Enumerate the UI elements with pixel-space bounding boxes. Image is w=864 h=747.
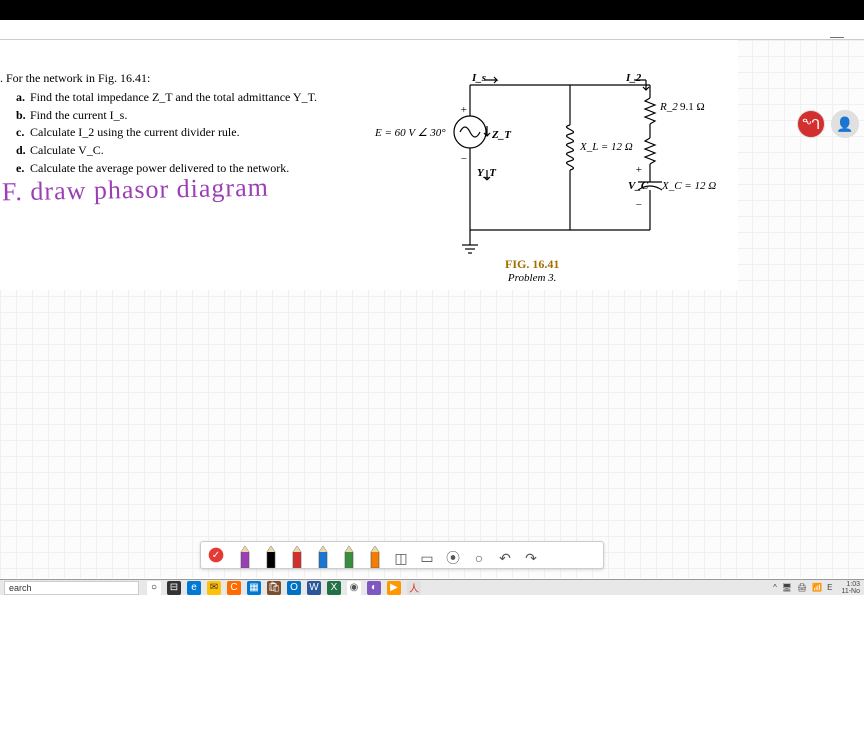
taskbar-app-icon-4[interactable]: C: [227, 581, 241, 595]
clock-time: 1:03: [841, 581, 860, 588]
taskbar-app-icon-11[interactable]: ◐: [367, 581, 381, 595]
pen-tool-5[interactable]: [365, 544, 385, 568]
bottom-blank-area: [0, 578, 864, 747]
taskbar-app-icon-7[interactable]: O: [287, 581, 301, 595]
avatar-user-1[interactable]: ᙰ: [797, 110, 825, 138]
tray-icon[interactable]: 🖨: [797, 583, 807, 592]
xc-label: X_C = 12 Ω: [661, 180, 716, 192]
avatar-user-2[interactable]: 👤: [831, 110, 859, 138]
tray-wifi-icon[interactable]: 📶: [812, 583, 822, 592]
taskbar-app-icon-2[interactable]: e: [187, 581, 201, 595]
whiteboard-workspace[interactable]: . For the network in Fig. 16.41: a.Find …: [0, 40, 864, 578]
taskbar-app-icon-1[interactable]: ⊟: [167, 581, 181, 595]
figure-text: Problem 3.: [505, 272, 559, 284]
tray-language[interactable]: E: [827, 583, 832, 592]
item-label: b.: [16, 107, 30, 124]
taskbar-app-icon-3[interactable]: ✉: [207, 581, 221, 595]
minus-label: −: [460, 153, 467, 165]
taskbar-app-icon-9[interactable]: X: [327, 581, 341, 595]
vc-plus: +: [635, 164, 642, 176]
i2-label: I_2: [625, 72, 642, 84]
circuit-diagram: E = 60 V ∠ 30° + − I_s I_2 Z_T Y_T X_L =…: [370, 65, 720, 285]
pen-tool-2[interactable]: [287, 544, 307, 568]
handwritten-annotation: F. draw phasor diagram: [2, 173, 269, 208]
ruler-tool[interactable]: ⦿: [443, 548, 463, 568]
problem-intro: . For the network in Fig. 16.41:: [0, 70, 360, 87]
item-text: Find the current I_s.: [30, 108, 127, 122]
is-label: I_s: [471, 72, 486, 84]
taskbar-app-icon-12[interactable]: ▶: [387, 581, 401, 595]
item-text: Calculate V_C.: [30, 143, 104, 157]
yt-label: Y_T: [477, 167, 497, 179]
tray-icon[interactable]: 🖥: [782, 583, 792, 592]
item-label: d.: [16, 142, 30, 159]
item-text: Calculate I_2 using the current divider …: [30, 125, 240, 139]
vc-minus: −: [635, 199, 642, 211]
pen-toolbar: ✓ ◫ ▭ ⦿ ○ ↶ ↷: [200, 541, 604, 569]
problem-card: . For the network in Fig. 16.41: a.Find …: [0, 40, 738, 290]
taskbar-search[interactable]: earch: [4, 581, 139, 595]
r2-label: R_2: [659, 101, 678, 113]
window-title-bar: [0, 0, 864, 20]
taskbar-app-icon-5[interactable]: ▦: [247, 581, 261, 595]
undo-button[interactable]: ↶: [495, 548, 515, 568]
pen-tool-1[interactable]: [261, 544, 281, 568]
eraser-tool[interactable]: ▭: [417, 548, 437, 568]
item-text: Find the total impedance Z_T and the tot…: [30, 90, 317, 104]
active-tool-indicator[interactable]: ✓: [207, 546, 225, 564]
figure-number: FIG. 16.41: [505, 257, 559, 272]
clock-date: 11-No: [841, 588, 860, 595]
item-label: a.: [16, 89, 30, 106]
vc-label: V_C: [628, 180, 649, 192]
figure-caption: FIG. 16.41 Problem 3.: [505, 257, 559, 284]
pen-tool-4[interactable]: [339, 544, 359, 568]
taskbar-app-icon-13[interactable]: 人: [407, 581, 421, 595]
source-label: E = 60 V ∠ 30°: [374, 127, 446, 139]
window-sub-bar: [0, 20, 864, 40]
taskbar-app-icon-8[interactable]: W: [307, 581, 321, 595]
taskbar-app-icon-6[interactable]: 🛍: [267, 581, 281, 595]
taskbar-app-icon-0[interactable]: ○: [147, 581, 161, 595]
tray-expand-icon[interactable]: ^: [773, 583, 777, 592]
taskbar-icons: ○ ⊟ e ✉ C ▦ 🛍 OWX ◉ ◐ ▶ 人: [147, 581, 421, 595]
pen-tool-0[interactable]: [235, 544, 255, 568]
lasso-tool[interactable]: ○: [469, 548, 489, 568]
pen-tool-3[interactable]: [313, 544, 333, 568]
system-tray: ^ 🖥 🖨 📶 E 1:03 11-No: [773, 581, 860, 595]
r2-value: 9.1 Ω: [680, 101, 705, 113]
xl-label: X_L = 12 Ω: [579, 141, 633, 153]
plus-label: +: [460, 104, 467, 116]
zt-label: Z_T: [491, 129, 512, 141]
problem-text: . For the network in Fig. 16.41: a.Find …: [0, 70, 360, 178]
highlighter-tool[interactable]: ◫: [391, 548, 411, 568]
redo-button[interactable]: ↷: [521, 548, 541, 568]
item-label: e.: [16, 160, 30, 177]
taskbar-app-icon-10[interactable]: ◉: [347, 581, 361, 595]
item-label: c.: [16, 124, 30, 141]
windows-taskbar: earch ○ ⊟ e ✉ C ▦ 🛍 OWX ◉ ◐ ▶ 人 ^ 🖥 🖨 📶 E 1:03 11-N…: [0, 579, 864, 595]
presence-avatars: ᙰ 👤: [797, 110, 859, 138]
taskbar-clock[interactable]: 1:03 11-No: [841, 581, 860, 595]
